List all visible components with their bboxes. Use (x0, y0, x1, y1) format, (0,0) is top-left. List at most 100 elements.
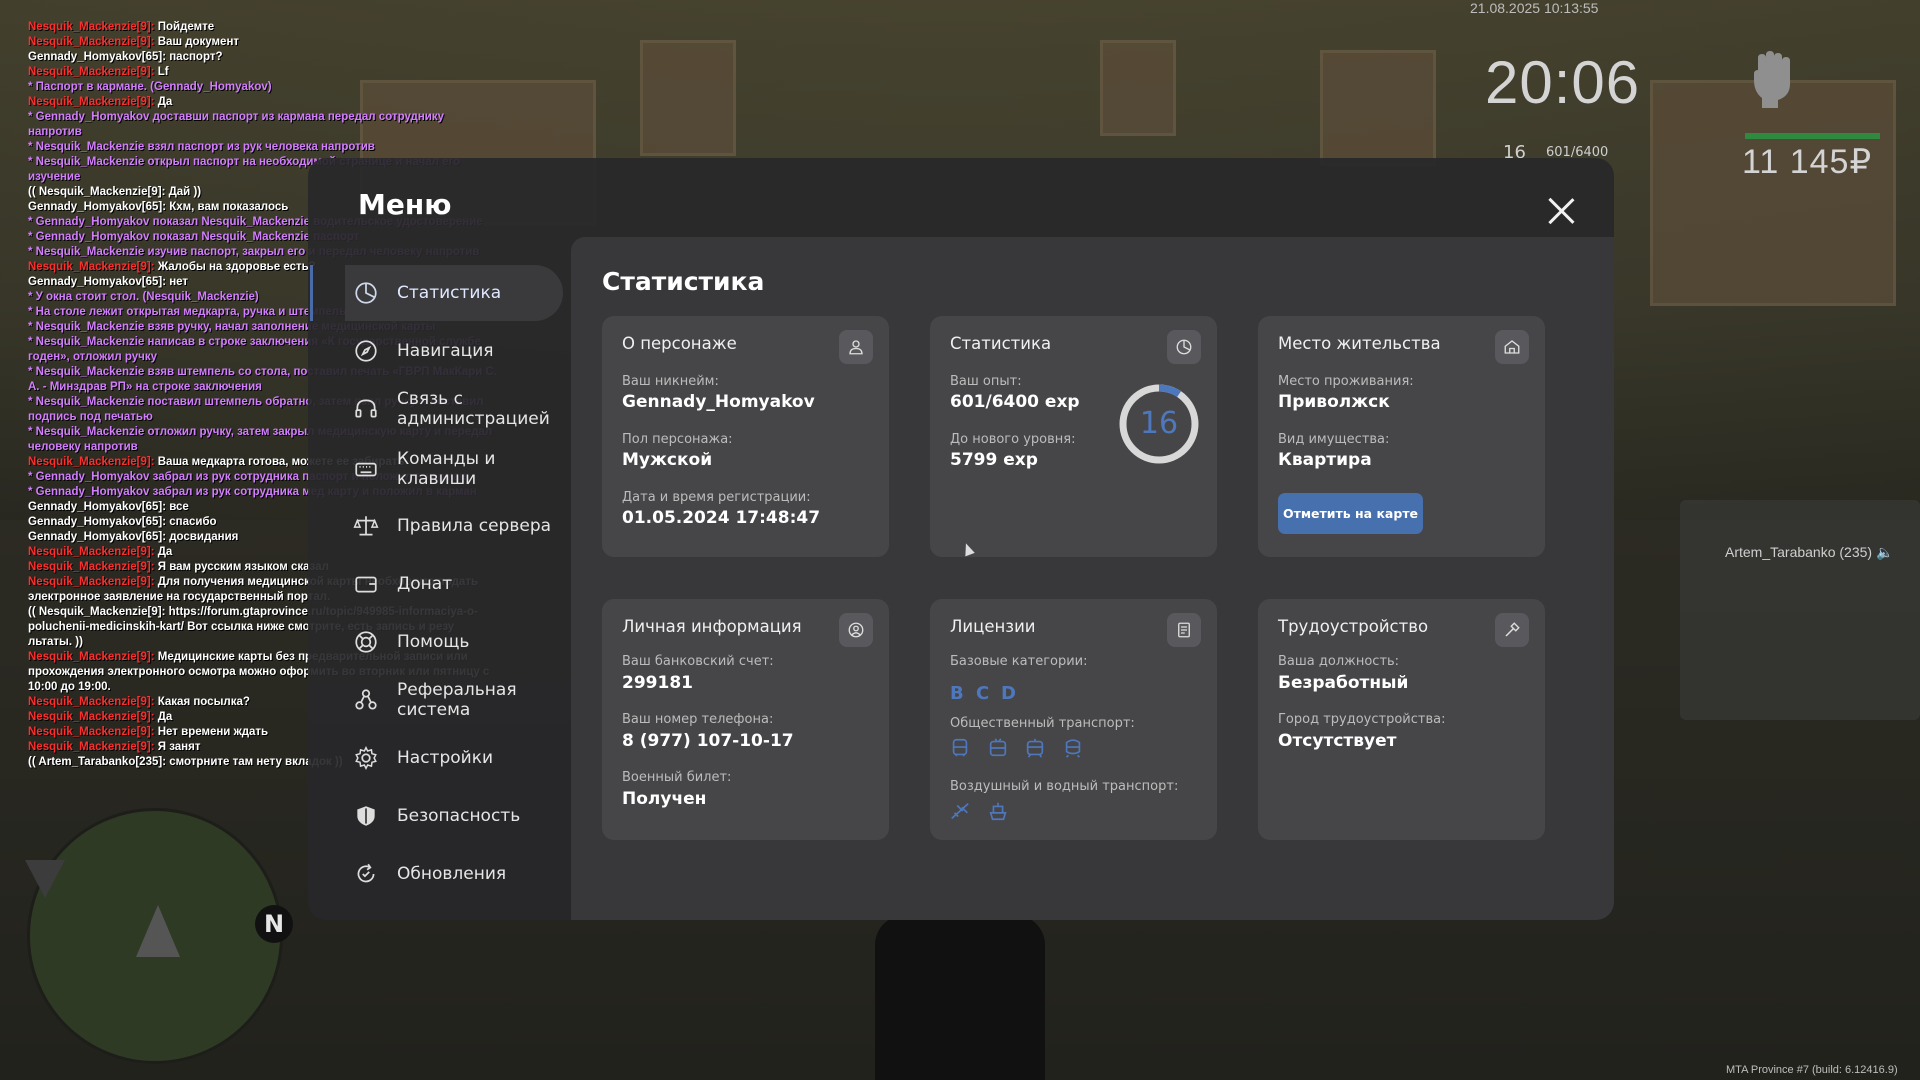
sidebar-item-settings[interactable]: Настройки (345, 730, 563, 786)
chat-line: Nesquik_Mackenzie[9]: Пойдемте (28, 20, 498, 35)
document-icon (1167, 613, 1201, 647)
property-label: Вид имущества: (1278, 432, 1390, 447)
next-level-label: До нового уровня: (950, 432, 1076, 447)
residence-value: Приволжск (1278, 392, 1390, 412)
license-category-b: B (950, 683, 964, 704)
job-city-value: Отсутствует (1278, 731, 1397, 751)
tram-icon (1026, 738, 1044, 758)
chat-nick: Nesquik_Mackenzie[9]: (28, 66, 155, 78)
sidebar-item-security[interactable]: Безопасность (345, 788, 563, 844)
chat-text: Я занят (154, 741, 201, 753)
card-title: Лицензии (950, 617, 1036, 636)
card-licenses: Лицензии Базовые категории: B C D Общест… (930, 599, 1217, 840)
sidebar-item-navigation[interactable]: Навигация (345, 323, 563, 379)
sidebar-item-label: Обновления (397, 864, 507, 884)
home-icon (1495, 330, 1529, 364)
chat-text: * Gennady_Homyakov доставши паспорт из к… (28, 111, 445, 138)
sidebar-item-admin-contact[interactable]: Связь с администрацией (345, 381, 563, 437)
chat-line: Gennady_Homyakov[65]: паспорт? (28, 50, 498, 65)
card-residence: Место жительства Место проживания: Приво… (1258, 316, 1545, 557)
sidebar-item-label: Донат (397, 574, 453, 594)
chat-nick: Nesquik_Mackenzie[9]: (28, 456, 155, 468)
player-arrow-icon (136, 905, 180, 957)
sidebar-item-rules[interactable]: Правила сервера (345, 498, 563, 554)
sidebar-item-label: Помощь (397, 632, 470, 652)
residence-label: Место проживания: (1278, 374, 1414, 389)
wallet-icon (355, 576, 377, 593)
chat-line: Nesquik_Mackenzie[9]: Lf (28, 65, 498, 80)
background-poster (1100, 40, 1176, 136)
scales-icon (353, 516, 379, 536)
chat-nick: Nesquik_Mackenzie[9]: (28, 546, 155, 558)
card-statistics: Статистика Ваш опыт: 601/6400 exp До нов… (930, 316, 1217, 557)
chat-line: Nesquik_Mackenzie[9]: Да (28, 95, 498, 110)
chat-text: Какая посылка? (154, 696, 250, 708)
card-title: Место жительства (1278, 334, 1441, 353)
gender-label: Пол персонажа: (622, 432, 733, 447)
registration-label: Дата и время регистрации: (622, 490, 811, 505)
chat-text: Gennady_Homyakov[65]: спасибо (28, 516, 217, 528)
bus-icon (952, 738, 968, 757)
chat-nick: Nesquik_Mackenzie[9]: (28, 21, 155, 33)
chat-line: * Gennady_Homyakov доставши паспорт из к… (28, 110, 498, 140)
plane-icon (951, 803, 969, 819)
military-value: Получен (622, 789, 707, 809)
content-title: Статистика (602, 267, 765, 296)
chat-line: Nesquik_Mackenzie[9]: Ваш документ (28, 35, 498, 50)
chat-text: Gennady_Homyakov[65]: паспорт? (28, 51, 223, 63)
sidebar-item-commands[interactable]: Команды и клавиши (345, 441, 563, 497)
mark-on-map-button[interactable]: Отметить на карте (1278, 493, 1423, 534)
gear-icon (355, 746, 377, 770)
license-category-d: D (1001, 683, 1016, 704)
sidebar-item-updates[interactable]: Обновления (345, 846, 563, 902)
chat-text: Да (154, 96, 173, 108)
nick-label: Ваш никнейм: (622, 374, 719, 389)
chat-text: (( Nesquik_Mackenzie[9]: Дай )) (28, 186, 202, 198)
user-circle-icon (839, 613, 873, 647)
trolleybus-icon (989, 738, 1007, 757)
sidebar-item-label: Настройки (397, 748, 494, 768)
sidebar-item-help[interactable]: Помощь (345, 614, 563, 670)
position-label: Ваша должность: (1278, 654, 1400, 669)
sidebar-item-donate[interactable]: Донат (345, 556, 563, 612)
close-button[interactable] (1542, 192, 1580, 230)
background-poster (1320, 50, 1436, 166)
sidebar-item-label: Реферальная система (397, 680, 517, 720)
voice-speaker: Artem_Tarabanko (235) 🔈 (1725, 544, 1894, 560)
gender-value: Мужской (622, 450, 713, 470)
card-title: Личная информация (622, 617, 802, 636)
card-title: О персонаже (622, 334, 737, 353)
sidebar-item-referral[interactable]: Реферальная система (345, 672, 563, 728)
chat-nick: Nesquik_Mackenzie[9]: (28, 741, 155, 753)
air-water-transport-label: Воздушный и водный транспорт: (950, 779, 1179, 794)
public-transport-label: Общественный транспорт: (950, 716, 1135, 731)
base-categories-label: Базовые категории: (950, 654, 1088, 669)
chat-text: Да (154, 546, 173, 558)
background-poster (1650, 80, 1896, 306)
exp-label: Ваш опыт: (950, 374, 1022, 389)
chat-text: Gennady_Homyakov[65]: Кхм, вам показалос… (28, 201, 289, 213)
card-title: Статистика (950, 334, 1052, 353)
waypoint-marker-icon (25, 860, 65, 898)
chat-text: * У окна стоит стол. (Nesquik_Mackenzie) (28, 291, 259, 303)
position-value: Безработный (1278, 673, 1409, 693)
chat-nick: Nesquik_Mackenzie[9]: (28, 711, 155, 723)
chat-text: * Nesquik_Mackenzie взял паспорт из рук … (28, 141, 375, 153)
hud-clock: 20:06 (1485, 49, 1641, 116)
chat-nick: Nesquik_Mackenzie[9]: (28, 576, 155, 588)
bank-value: 299181 (622, 673, 693, 693)
chat-line: * Nesquik_Mackenzie взял паспорт из рук … (28, 140, 498, 155)
headset-icon (355, 399, 377, 418)
sidebar-item-label: Навигация (397, 341, 494, 361)
level-value: 16 (1139, 406, 1179, 441)
background-bench (1680, 500, 1920, 720)
sidebar-item-statistics[interactable]: Статистика (310, 265, 563, 321)
hammer-icon (1495, 613, 1529, 647)
chat-text: Lf (154, 66, 169, 78)
build-info: MTA Province #7 (build: 6.12416.9) (1726, 1064, 1898, 1076)
chat-nick: Nesquik_Mackenzie[9]: (28, 696, 155, 708)
background-character (875, 915, 1045, 1080)
chat-nick: Nesquik_Mackenzie[9]: (28, 261, 155, 273)
card-character: О персонаже Ваш никнейм: Gennady_Homyako… (602, 316, 889, 557)
chat-text: Gennady_Homyakov[65]: нет (28, 276, 189, 288)
